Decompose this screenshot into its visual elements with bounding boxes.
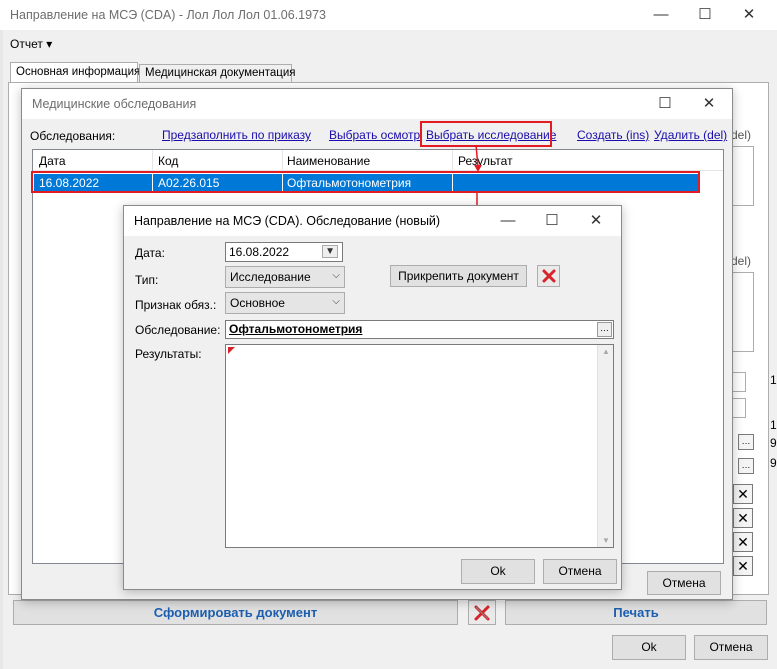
exam-dialog-cancel-button[interactable]: Отмена <box>543 559 617 584</box>
red-cross-icon <box>542 269 555 283</box>
sign-select[interactable]: Основное ⌵ <box>225 292 345 314</box>
results-label: Результаты: <box>135 347 202 361</box>
exam-dialog-minimize-icon[interactable]: — <box>485 206 531 236</box>
remove-attachment-button[interactable] <box>537 265 560 287</box>
chevron-down-icon: ⌵ <box>332 296 340 307</box>
sign-value: Основное <box>230 296 285 310</box>
exam-dialog-titlebar: Направление на МСЭ (CDA). Обследование (… <box>124 206 621 236</box>
date-dropdown-icon[interactable]: ▼ <box>322 245 338 258</box>
required-marker-icon <box>228 347 235 354</box>
exam-dialog-close-icon[interactable]: ✕ <box>573 206 619 236</box>
sign-label: Признак обяз.: <box>135 298 217 312</box>
exam-field[interactable]: Офтальмотонометрия … <box>225 320 614 339</box>
date-field[interactable]: 16.08.2022 ▼ <box>225 242 343 262</box>
scroll-down-icon[interactable]: ▼ <box>602 536 610 545</box>
type-value: Исследование <box>230 270 311 284</box>
exam-value: Офтальмотонометрия <box>229 322 363 336</box>
attach-document-button[interactable]: Прикрепить документ <box>390 265 527 287</box>
exam-lookup-button[interactable]: … <box>597 322 612 337</box>
date-value: 16.08.2022 <box>229 245 290 259</box>
results-scrollbar[interactable]: ▲ ▼ <box>597 345 613 547</box>
exam-dialog-ok-button[interactable]: Ok <box>461 559 535 584</box>
date-label: Дата: <box>135 246 165 260</box>
type-label: Тип: <box>135 273 159 287</box>
exam-dialog-maximize-icon[interactable]: ☐ <box>529 206 575 236</box>
exam-label: Обследование: <box>135 323 221 337</box>
results-textarea[interactable]: ▲ ▼ <box>225 344 614 548</box>
exam-dialog-title: Направление на МСЭ (CDA). Обследование (… <box>134 214 441 228</box>
exam-dialog: Направление на МСЭ (CDA). Обследование (… <box>123 205 622 590</box>
scroll-up-icon[interactable]: ▲ <box>602 347 610 356</box>
type-select[interactable]: Исследование ⌵ <box>225 266 345 288</box>
chevron-down-icon: ⌵ <box>332 270 340 281</box>
